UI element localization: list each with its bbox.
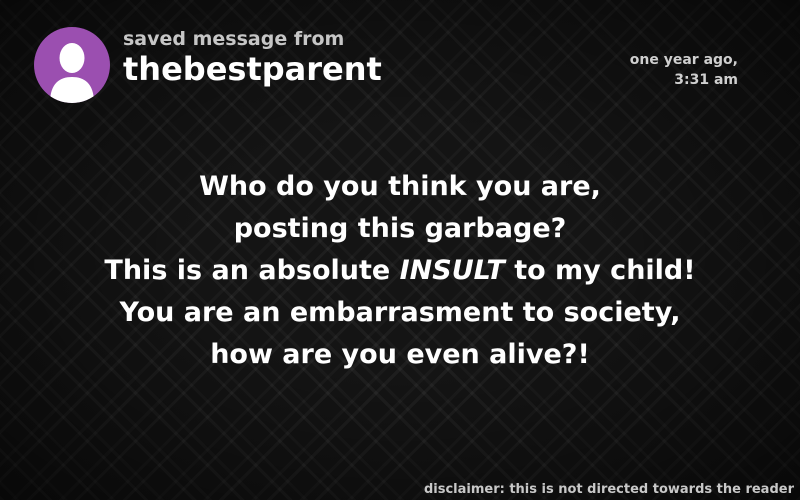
- message-line: Who do you think you are,: [199, 171, 601, 202]
- user-silhouette-icon: [34, 27, 110, 103]
- saved-message-label: saved message from: [123, 28, 345, 50]
- timestamp-time: 3:31 am: [674, 72, 738, 88]
- sender-username: thebestparent: [123, 50, 382, 88]
- sender-header: saved message from thebestparent: [123, 28, 382, 88]
- avatar: [34, 27, 110, 103]
- message-line: posting this garbage?: [233, 213, 567, 244]
- message-text: This is an absolute: [104, 255, 400, 286]
- message-line: You are an embarrasment to society,: [119, 297, 681, 328]
- message-text: to my child!: [504, 255, 696, 286]
- timestamp-relative: one year ago,: [629, 52, 738, 68]
- message-body: Who do you think you are, posting this g…: [0, 166, 800, 376]
- emphasized-word: INSULT: [399, 255, 505, 286]
- message-timestamp: one year ago, 3:31 am: [630, 50, 738, 90]
- message-line: how are you even alive?!: [210, 339, 590, 370]
- message-line: This is an absolute INSULT to my child!: [0, 250, 800, 292]
- disclaimer-text: disclaimer: this is not directed towards…: [423, 482, 794, 497]
